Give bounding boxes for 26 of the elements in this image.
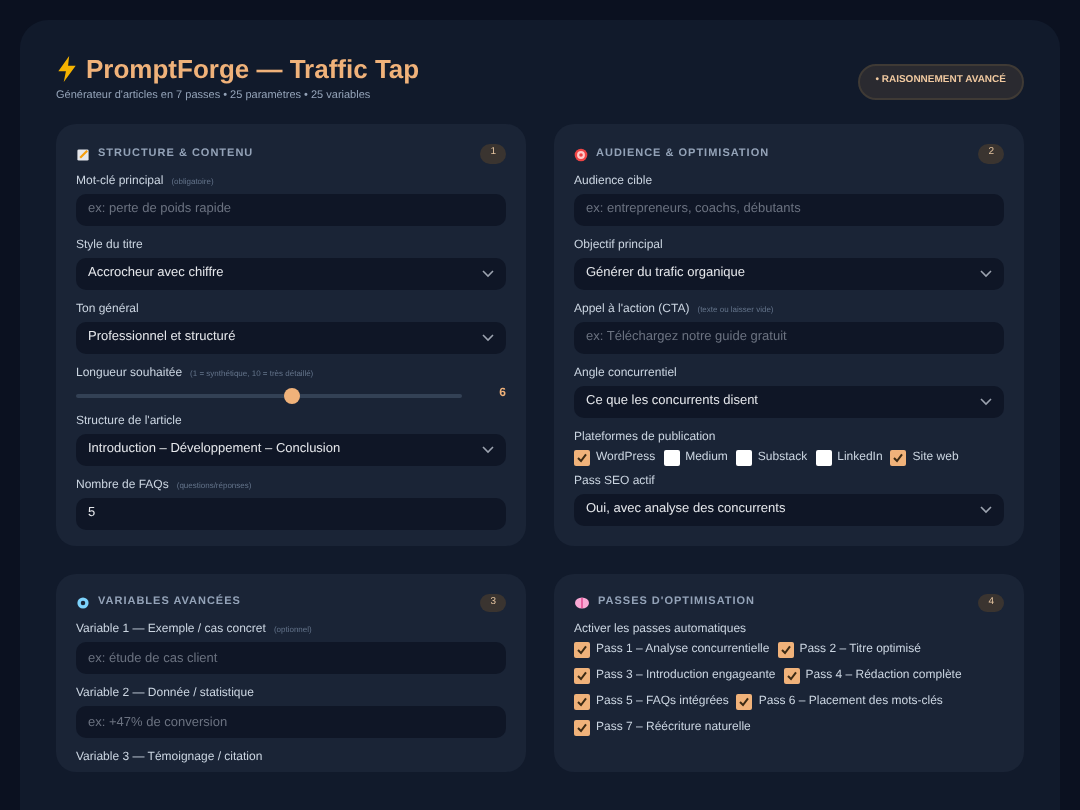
checkbox[interactable]	[574, 449, 590, 466]
checkbox[interactable]	[815, 449, 832, 466]
checkbox[interactable]	[574, 668, 590, 685]
checkbox[interactable]	[783, 668, 800, 685]
checkbox[interactable]	[735, 449, 752, 466]
check-icon	[576, 451, 588, 464]
lightning-icon	[56, 56, 78, 82]
checkbox[interactable]	[663, 449, 680, 466]
app-title: PromptForge — Traffic Tap	[86, 56, 420, 82]
checkbox[interactable]	[574, 694, 590, 711]
slider-thumb[interactable]	[284, 387, 301, 404]
chevron-down-icon	[980, 269, 992, 278]
chevron-down-icon	[980, 505, 992, 514]
chevron-down-icon	[482, 445, 494, 454]
checkbox[interactable]	[574, 642, 590, 659]
chevron-down-icon	[482, 333, 494, 342]
checkbox[interactable]	[736, 694, 753, 711]
chevron-down-icon	[980, 397, 992, 406]
checkbox[interactable]	[574, 720, 590, 737]
checkbox[interactable]	[890, 449, 907, 466]
notepad-icon	[76, 147, 90, 161]
chevron-down-icon	[482, 269, 494, 278]
target-icon	[574, 147, 588, 161]
check-icon	[892, 451, 905, 464]
check-icon	[738, 696, 751, 709]
checkbox[interactable]	[777, 642, 794, 659]
